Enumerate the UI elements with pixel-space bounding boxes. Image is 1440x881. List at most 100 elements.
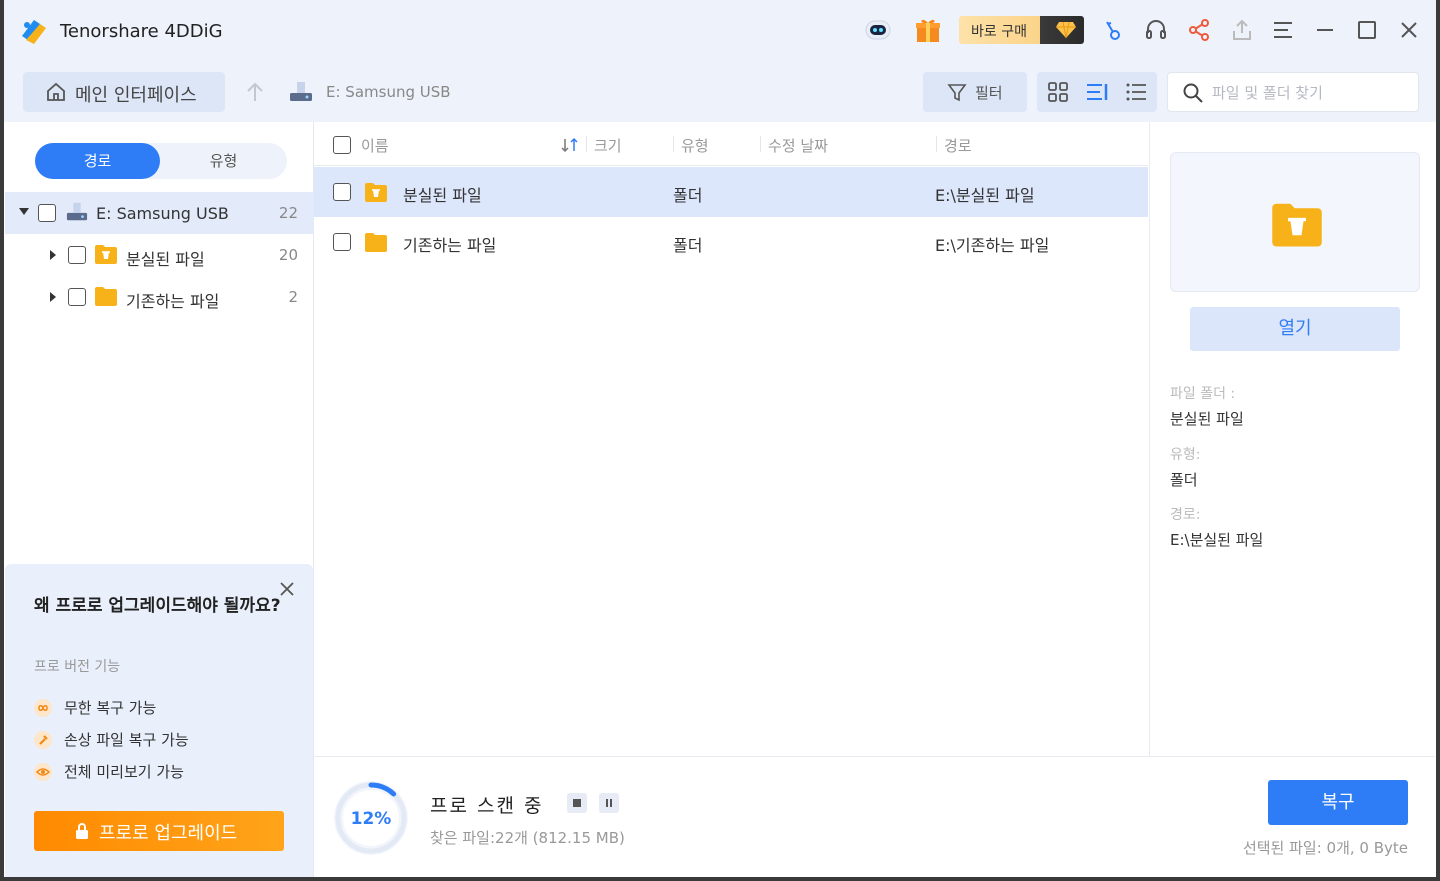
promo-title: 왜 프로로 업그레이드해야 될까요? (34, 596, 281, 616)
lost-folder-icon (365, 183, 387, 202)
feature-label: 손상 파일 복구 가능 (64, 731, 189, 749)
found-files: 찾은 파일:22개 (812.15 MB) (430, 829, 625, 847)
minimize-icon[interactable] (1309, 14, 1341, 46)
menu-icon[interactable] (1267, 14, 1299, 46)
eye-icon (34, 763, 52, 781)
gift-icon[interactable] (912, 14, 944, 46)
column-divider (673, 136, 674, 152)
file-row[interactable]: 분실된 파일 폴더 E:\분실된 파일 (314, 167, 1148, 217)
pause-scan-button[interactable] (599, 793, 619, 813)
folder-icon (95, 287, 117, 306)
detail-type-value: 폴더 (1170, 471, 1198, 489)
tree-checkbox[interactable] (38, 204, 56, 222)
wrench-icon (34, 731, 52, 749)
lost-folder-icon (95, 245, 117, 264)
view-mode-group (1037, 72, 1157, 112)
detail-view-icon[interactable] (1085, 80, 1109, 104)
sort-icon[interactable] (560, 137, 580, 153)
tree-item-label: 분실된 파일 (126, 250, 205, 269)
tab-type[interactable]: 유형 (160, 143, 287, 179)
select-all-checkbox[interactable] (333, 136, 351, 154)
details-panel: 열기 파일 폴더 : 분실된 파일 유형: 폴더 경로: E:\분실된 파일 (1149, 122, 1435, 756)
stop-scan-button[interactable] (567, 793, 587, 813)
export-icon[interactable] (1226, 14, 1258, 46)
grid-view-icon[interactable] (1046, 80, 1070, 104)
file-name: 기존하는 파일 (403, 236, 497, 255)
preview-box (1170, 152, 1420, 292)
row-checkbox[interactable] (333, 183, 351, 201)
file-list-header: 이름 크기 유형 수정 날짜 경로 (314, 122, 1148, 166)
stop-icon (573, 799, 581, 807)
title-bar: Tenorshare 4DDiG 바로 구매 (0, 0, 1440, 62)
tree-item-existing-files[interactable]: 기존하는 파일 2 (5, 276, 314, 318)
breadcrumb[interactable]: E: Samsung USB (326, 83, 451, 101)
file-list-panel: 이름 크기 유형 수정 날짜 경로 분실된 파일 폴더 E:\분실된 파일 기존… (314, 122, 1148, 756)
tab-path[interactable]: 경로 (35, 143, 160, 179)
detail-folder-value: 분실된 파일 (1170, 410, 1244, 428)
file-name: 분실된 파일 (403, 186, 482, 205)
home-label: 메인 인터페이스 (75, 85, 197, 106)
file-type: 폴더 (673, 236, 703, 255)
file-row[interactable]: 기존하는 파일 폴더 E:\기존하는 파일 (314, 217, 1148, 267)
pause-icon (606, 799, 612, 807)
go-up-icon[interactable] (244, 80, 266, 104)
usb-drive-icon (66, 202, 88, 221)
column-modified[interactable]: 수정 날짜 (768, 135, 828, 156)
folder-icon (365, 233, 387, 252)
close-window-icon[interactable] (1393, 14, 1425, 46)
search-icon (1183, 83, 1203, 103)
tree-item-count: 22 (278, 204, 298, 222)
share-icon[interactable] (1183, 14, 1215, 46)
lost-folder-icon (1272, 203, 1322, 247)
tree-checkbox[interactable] (68, 246, 86, 264)
buy-now-button[interactable]: 바로 구매 (959, 16, 1084, 44)
window-chrome: Tenorshare 4DDiG 바로 구매 메인 인터페이스 E: Samsu… (0, 0, 1440, 122)
row-checkbox[interactable] (333, 233, 351, 251)
tree-item-drive[interactable]: E: Samsung USB 22 (5, 192, 314, 234)
filter-label: 필터 (975, 84, 1003, 102)
recover-button[interactable]: 복구 (1268, 780, 1408, 825)
scan-percent: 12% (351, 809, 392, 829)
column-name[interactable]: 이름 (361, 135, 389, 156)
column-divider (586, 136, 587, 152)
home-icon (47, 82, 65, 101)
file-path: E:\기존하는 파일 (935, 236, 1050, 255)
promo-subtitle: 프로 버전 기능 (34, 659, 121, 675)
infinity-icon (34, 699, 52, 717)
feature-label: 무한 복구 가능 (64, 699, 157, 717)
tree-checkbox[interactable] (68, 288, 86, 306)
expand-caret-icon[interactable] (50, 292, 56, 302)
home-button[interactable]: 메인 인터페이스 (23, 72, 225, 112)
search-input[interactable] (1212, 82, 1412, 104)
upgrade-label: 프로로 업그레이드 (99, 823, 238, 844)
collapse-caret-icon[interactable] (19, 208, 29, 215)
detail-type-key: 유형: (1170, 447, 1201, 463)
headset-support-icon[interactable] (1140, 14, 1172, 46)
column-type[interactable]: 유형 (681, 135, 709, 156)
file-type: 폴더 (673, 186, 703, 205)
toolbar: 메인 인터페이스 E: Samsung USB 필터 (0, 62, 1440, 122)
column-divider (760, 136, 761, 152)
upgrade-to-pro-button[interactable]: 프로로 업그레이드 (34, 811, 284, 851)
column-path[interactable]: 경로 (944, 135, 972, 156)
diamond-icon (1056, 21, 1076, 39)
column-size[interactable]: 크기 (594, 135, 622, 156)
list-view-icon[interactable] (1124, 80, 1148, 104)
detail-path-value: E:\분실된 파일 (1170, 531, 1264, 549)
column-divider (936, 136, 937, 152)
scan-progress-ring: 12% (334, 781, 408, 855)
close-promo-icon[interactable] (278, 580, 296, 598)
filter-button[interactable]: 필터 (923, 72, 1027, 112)
usb-drive-icon (290, 82, 312, 101)
detail-folder-key: 파일 폴더 : (1170, 386, 1236, 402)
scan-status: 프로 스캔 중 (430, 795, 544, 817)
maximize-icon[interactable] (1351, 14, 1383, 46)
sidebar: 경로 유형 E: Samsung USB 22 분실된 파일 20 기존하는 파… (5, 122, 314, 877)
expand-caret-icon[interactable] (50, 250, 56, 260)
robot-assistant-icon[interactable] (862, 14, 894, 46)
tree-item-count: 2 (288, 288, 298, 306)
open-button[interactable]: 열기 (1190, 307, 1400, 351)
tree-item-lost-files[interactable]: 분실된 파일 20 (5, 234, 314, 276)
detail-path-key: 경로: (1170, 507, 1201, 523)
key-icon[interactable] (1096, 14, 1128, 46)
